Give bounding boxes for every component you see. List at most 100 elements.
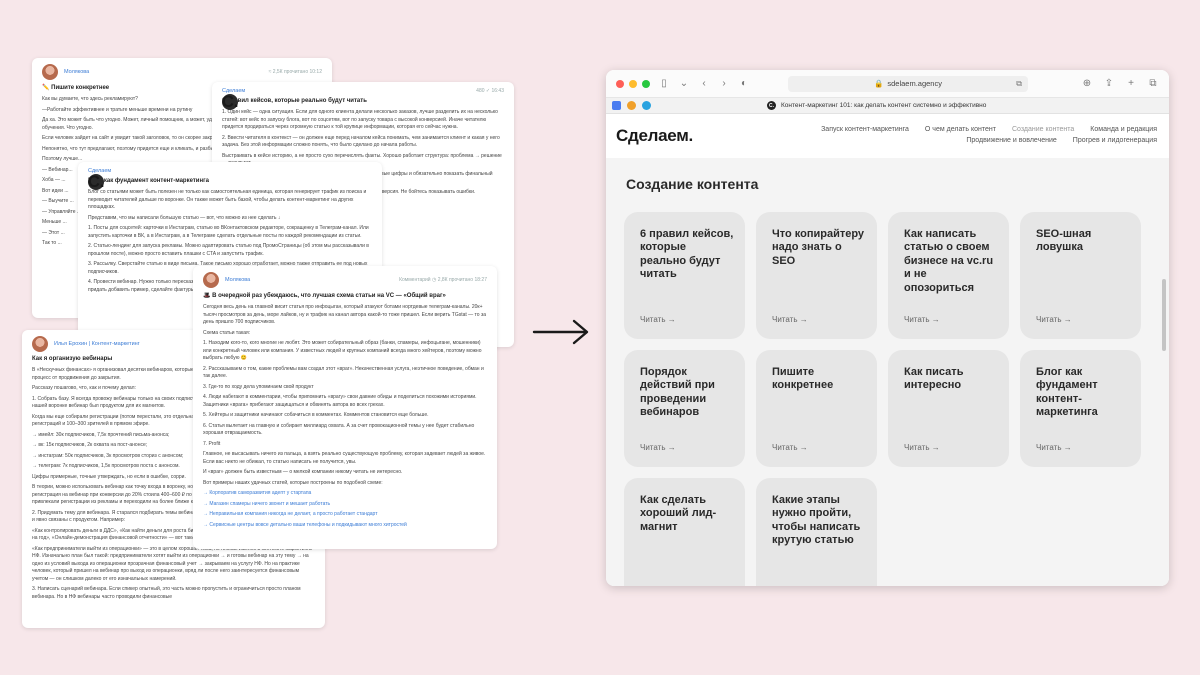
post-title: 🎩 В очередной раз убеждаюсь, что лучшая …: [203, 293, 446, 299]
share-icon[interactable]: ⇪: [1103, 78, 1115, 89]
forward-icon[interactable]: ›: [718, 78, 730, 89]
chevron-down-icon[interactable]: ⌄: [678, 78, 690, 89]
article-card[interactable]: Пишите конкретнее Читать →: [756, 350, 877, 467]
page-title: Создание контента: [626, 176, 759, 192]
read-link[interactable]: Читать →: [1036, 443, 1072, 452]
article-card[interactable]: Блог как фундамент контент-маркетинга Чи…: [1020, 350, 1141, 467]
article-card[interactable]: SEO-шная ловушка Читать →: [1020, 212, 1141, 339]
address-bar[interactable]: 🔒 sdelaem.agency ⧉: [788, 75, 1028, 92]
back-icon[interactable]: ‹: [698, 78, 710, 89]
card-title: Порядок действий при проведении вебинаро…: [640, 366, 715, 419]
post-paragraph: 2. Ввести читателя в контекст — он долже…: [222, 134, 500, 149]
post-meta: Комментарий ◷ 2,8К прочитано 18:27: [399, 277, 487, 283]
read-link[interactable]: Читать →: [772, 443, 808, 452]
reader-icon[interactable]: ⧉: [1016, 79, 1022, 89]
privacy-shield-icon[interactable]: ◐: [738, 78, 750, 89]
site-favicon: С.: [767, 101, 776, 110]
article-cards: 6 правил кейсов, которые реально будут ч…: [624, 212, 1141, 586]
post-paragraph: 2. Рассказываем о том, какие проблемы ва…: [203, 365, 484, 380]
zoom-window-button[interactable]: [642, 79, 650, 88]
read-link[interactable]: Читать →: [1036, 315, 1072, 324]
bookmark-favicon[interactable]: [612, 101, 621, 110]
article-card[interactable]: Как написать статью о своем бизнесе на v…: [888, 212, 1009, 339]
post-author: Молякова: [64, 69, 90, 75]
read-link[interactable]: Читать →: [640, 443, 676, 452]
read-link[interactable]: Читать →: [904, 315, 940, 324]
card-title: 6 правил кейсов, которые реально будут ч…: [640, 228, 734, 281]
article-card[interactable]: Как писать интересно Читать →: [888, 350, 1009, 467]
post-paragraph: → Неправильная компания никогда не делае…: [203, 511, 378, 517]
post-paragraph: 6. Статья вылетает на главную и собирает…: [203, 422, 475, 437]
bookmark-favicon[interactable]: [627, 101, 636, 110]
post-body: Сегодня весь день на главной висит стать…: [203, 304, 487, 529]
read-link[interactable]: Читать →: [904, 443, 940, 452]
channel-logo: С.: [221, 92, 239, 111]
author-avatar: [42, 64, 58, 80]
author-avatar: [203, 272, 219, 288]
channel-logo: С.: [87, 172, 105, 191]
article-card[interactable]: Что копирайтеру надо знать о SEO Читать …: [756, 212, 877, 339]
post-author: Илья Ерохин | Контент-маркетинг: [54, 341, 140, 347]
site-nav: Запуск контент-маркетинга О чем делать к…: [821, 126, 1157, 144]
article-card[interactable]: Как сделать хороший лид-магнит: [624, 478, 745, 586]
card-title: Какие этапы нужно пройти, чтобы написать…: [772, 494, 861, 547]
post-paragraph: 3. Написать сценарий вебинара. Если спик…: [32, 586, 301, 600]
arrow-right-icon: [532, 319, 589, 345]
post-meta: ≈ 2,5К прочитано 10:12: [268, 69, 322, 75]
post-paragraph: Сегодня весь день на главной висит стать…: [203, 304, 487, 325]
new-tab-icon[interactable]: +: [1125, 78, 1137, 89]
tab-title: Контент-маркетинг 101: как делать контен…: [781, 102, 987, 109]
tab-overview-icon[interactable]: ⧉: [1147, 78, 1159, 89]
post-common-enemy: Молякова Комментарий ◷ 2,8К прочитано 18…: [193, 266, 497, 549]
minimize-window-button[interactable]: [629, 79, 637, 88]
card-title: Как писать интересно: [904, 366, 964, 392]
close-window-button[interactable]: [616, 79, 624, 88]
lock-icon: 🔒: [874, 79, 884, 88]
post-paragraph: 4. Люди набегают в комментарии, чтобы пр…: [203, 394, 477, 408]
card-title: Пишите конкретнее: [772, 366, 834, 392]
site-header: Сделаем. Запуск контент-маркетинга О чем…: [606, 114, 1169, 158]
nav-creation[interactable]: Создание контента: [1012, 126, 1074, 133]
post-paragraph: → Сервисные центры вовсе детально ваши т…: [203, 521, 407, 528]
page-scrollbar[interactable]: [1162, 279, 1166, 351]
card-title: SEO-шная ловушка: [1036, 228, 1092, 254]
post-meta: 480 ✓ 16:43: [476, 88, 504, 94]
post-paragraph: Вот примеры наших удачных статей, которы…: [203, 479, 383, 486]
window-controls: [616, 79, 650, 88]
tab-bar: С. Контент-маркетинг 101: как делать кон…: [606, 98, 1169, 114]
post-paragraph: 1. Посты для соцсетей: карточки в Инстаг…: [88, 225, 369, 239]
post-paragraph: Блог со статьями может быть полезен не т…: [88, 189, 367, 210]
article-card[interactable]: 6 правил кейсов, которые реально будут ч…: [624, 212, 745, 339]
article-card[interactable]: Какие этапы нужно пройти, чтобы написать…: [756, 478, 877, 586]
nav-promotion[interactable]: Продвижение и вовлечение: [966, 137, 1056, 144]
post-paragraph: И «враг» должен быть известным — о мелко…: [203, 469, 403, 475]
sidebar-toggle-icon[interactable]: ▯: [658, 78, 670, 89]
read-link[interactable]: Читать →: [772, 315, 808, 324]
article-card[interactable]: Порядок действий при проведении вебинаро…: [624, 350, 745, 467]
card-title: Что копирайтеру надо знать о SEO: [772, 228, 865, 267]
download-icon[interactable]: ⊕: [1081, 78, 1093, 89]
nav-team[interactable]: Команда и редакция: [1090, 126, 1157, 133]
post-paragraph: → Корпоратив саморазвития адепт у старта…: [203, 490, 312, 496]
post-paragraph: 7. Profit: [203, 440, 221, 447]
post-paragraph: 3. Где-то по ходу дела упоминаем свой пр…: [203, 383, 314, 390]
nav-launch[interactable]: Запуск контент-маркетинга: [821, 126, 909, 133]
post-title: Блог как фундамент контент-маркетинга: [88, 178, 209, 184]
post-paragraph: 2. Статью-лендинг для запуска рекламы. М…: [88, 243, 369, 257]
browser-toolbar: ▯ ⌄ ‹ › ◐ 🔒 sdelaem.agency ⧉ ⊕ ⇪ + ⧉: [606, 70, 1169, 98]
author-avatar: [32, 336, 48, 352]
post-title: 6 правил кейсов, которые реально будут ч…: [222, 98, 367, 104]
nav-topics[interactable]: О чем делать контент: [925, 126, 996, 133]
bookmark-telegram-icon[interactable]: [642, 101, 651, 110]
post-paragraph: 1. Находим кого-то, кого многие не любят…: [203, 340, 482, 361]
post-author: Молякова: [225, 277, 251, 283]
post-paragraph: «Как предприниматели выйти из операционк…: [32, 545, 312, 582]
post-paragraph: 1. Один кейс — одна ситуация. Если для о…: [222, 109, 498, 130]
site-logo[interactable]: Сделаем.: [616, 126, 693, 146]
post-paragraph: Схема статьи такая:: [203, 329, 251, 336]
active-tab[interactable]: С. Контент-маркетинг 101: как делать кон…: [767, 101, 986, 110]
nav-leadgen[interactable]: Прогрев и лидогенерация: [1073, 137, 1157, 144]
card-title: Как написать статью о своем бизнесе на v…: [904, 228, 994, 294]
card-title: Блог как фундамент контент-маркетинга: [1036, 366, 1098, 419]
read-link[interactable]: Читать →: [640, 315, 676, 324]
